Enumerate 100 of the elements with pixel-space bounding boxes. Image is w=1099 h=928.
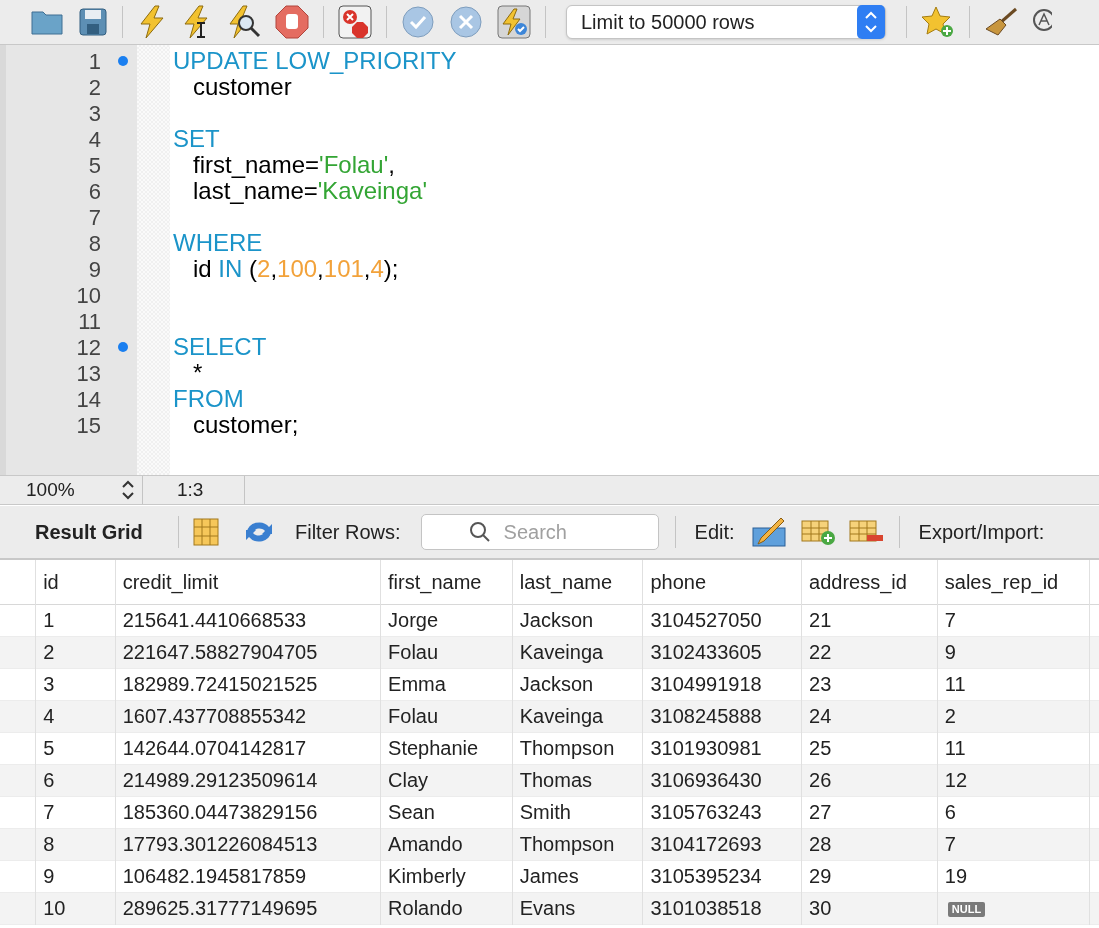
column-header[interactable]: sales_rep_id [937, 560, 1089, 604]
table-cell: 3102433605 [643, 636, 802, 668]
table-cell: 22 [801, 636, 938, 668]
table-cell: 3 [35, 668, 116, 700]
table-cell: Evans [512, 892, 643, 924]
table-row[interactable]: 5 142644.0704142817 Stephanie Thompson 3101930981 25 11 [0, 732, 1099, 764]
table-cell: Kaveinga [512, 636, 643, 668]
table-cell: 214989.29123509614 [115, 764, 381, 796]
edit-pencil-icon[interactable] [750, 516, 789, 548]
stepper-icon [857, 5, 885, 39]
table-cell: 24 [801, 700, 938, 732]
add-row-icon[interactable] [800, 518, 837, 546]
search-field[interactable]: Search [420, 514, 659, 550]
table-cell: 29 [801, 860, 938, 892]
star-plus-icon[interactable] [921, 5, 955, 39]
code-line: * [192, 360, 204, 386]
table-cell: 9 [937, 636, 1089, 668]
table-cell: 6 [937, 796, 1089, 828]
column-header[interactable]: id [35, 560, 116, 604]
table-cell: Thomas [512, 764, 643, 796]
column-header[interactable]: first_name [380, 560, 513, 604]
table-cell: 3105763243 [643, 796, 802, 828]
table-cell: 1 [35, 604, 116, 636]
table-cell: 182989.72415021525 [115, 668, 381, 700]
table-row[interactable]: 1 215641.4410668533 Jorge Jackson 3104527050 21 7 [0, 604, 1099, 636]
line-number: 8 [87, 229, 101, 258]
table-cell: James [512, 860, 643, 892]
lightning-magnifier-icon[interactable] [227, 5, 261, 39]
search-icon [468, 521, 491, 543]
table-cell: Emma [380, 668, 513, 700]
table-cell: 26 [801, 764, 938, 796]
column-header[interactable]: phone [643, 560, 802, 604]
edit-label: Edit: [694, 520, 735, 545]
code-line: customer [192, 74, 292, 100]
close-circle-icon[interactable] [449, 5, 483, 39]
table-cell: Smith [512, 796, 643, 828]
table-cell: 2 [35, 636, 116, 668]
code-line: WHERE [173, 230, 264, 256]
code-line: FROM [173, 386, 245, 412]
table-cell: 3104527050 [643, 604, 802, 636]
table-cell: 3101038518 [643, 892, 802, 924]
table-cell: Amando [380, 828, 513, 860]
table-cell: 7 [937, 604, 1089, 636]
column-grid-icon[interactable] [193, 518, 219, 546]
table-cell: 3101930981 [643, 732, 802, 764]
line-number: 15 [75, 411, 101, 440]
column-header[interactable]: address_id [801, 560, 938, 604]
table-row[interactable]: 3 182989.72415021525 Emma Jackson 3104991918 23 11 [0, 668, 1099, 700]
lightning-icon[interactable] [137, 5, 167, 39]
table-cell: 23 [801, 668, 938, 700]
table-cell: Jorge [380, 604, 513, 636]
table-cell: 1607.437708855342 [115, 700, 381, 732]
stop-hand-icon[interactable] [275, 5, 309, 39]
table-cell: Kimberly [380, 860, 513, 892]
table-cell: Rolando [380, 892, 513, 924]
code-line: id IN (2,100,101,4); [192, 256, 400, 282]
broom-icon[interactable] [984, 7, 1018, 37]
table-cell: Jackson [512, 604, 643, 636]
check-circle-icon[interactable] [401, 5, 435, 39]
code-line: UPDATE LOW_PRIORITY [173, 48, 458, 74]
table-cell: 27 [801, 796, 938, 828]
line-number: 10 [75, 281, 101, 310]
table-cell: 4 [35, 700, 116, 732]
table-cell: 221647.58827904705 [115, 636, 381, 668]
folder-icon[interactable] [30, 8, 64, 36]
zoom-level[interactable]: 100% [26, 475, 75, 505]
table-row[interactable]: 8 17793.301226084513 Amando Thompson 3104172693 28 7 [0, 828, 1099, 860]
table-cell: 17793.301226084513 [115, 828, 381, 860]
table-cell: 289625.31777149695 [115, 892, 381, 924]
table-cell: 7 [35, 796, 116, 828]
code-line: customer; [192, 412, 300, 438]
line-number: 12 [75, 333, 101, 362]
stepper-icon[interactable] [120, 478, 136, 502]
table-row[interactable]: 10 289625.31777149695 Rolando Evans 3101038518 30 NULL [0, 892, 1099, 924]
line-number: 4 [87, 125, 101, 154]
table-cell: Thompson [512, 828, 643, 860]
table-cell: 3105395234 [643, 860, 802, 892]
line-number: 1 [87, 47, 101, 76]
line-number: 6 [87, 177, 101, 206]
save-icon[interactable] [78, 7, 108, 37]
line-number: 9 [87, 255, 101, 284]
table-row[interactable]: 4 1607.437708855342 Folau Kaveinga 3108245888 24 2 [0, 700, 1099, 732]
table-cell: Folau [380, 636, 513, 668]
column-header[interactable]: credit_limit [115, 560, 381, 604]
row-limit-select[interactable]: Limit to 50000 rows [566, 5, 886, 39]
table-row[interactable]: 7 185360.04473829156 Sean Smith 3105763243 27 6 [0, 796, 1099, 828]
stop-on-error-icon[interactable] [338, 5, 372, 39]
table-row[interactable]: 6 214989.29123509614 Clay Thomas 3106936430 26 12 [0, 764, 1099, 796]
lightning-check-icon[interactable] [497, 5, 531, 39]
table-row[interactable]: 9 106482.1945817859 Kimberly James 3105395234 29 19 [0, 860, 1099, 892]
table-cell: 5 [35, 732, 116, 764]
line-number: 5 [87, 151, 101, 180]
table-cell: 106482.1945817859 [115, 860, 381, 892]
table-cell: Stephanie [380, 732, 513, 764]
column-header[interactable]: last_name [512, 560, 643, 604]
export-import-label: Export/Import: [918, 520, 1045, 545]
line-number: 3 [87, 99, 101, 128]
table-row[interactable]: 2 221647.58827904705 Folau Kaveinga 3102433605 22 9 [0, 636, 1099, 668]
line-number: 11 [77, 307, 101, 336]
code-line: SET [173, 126, 221, 152]
